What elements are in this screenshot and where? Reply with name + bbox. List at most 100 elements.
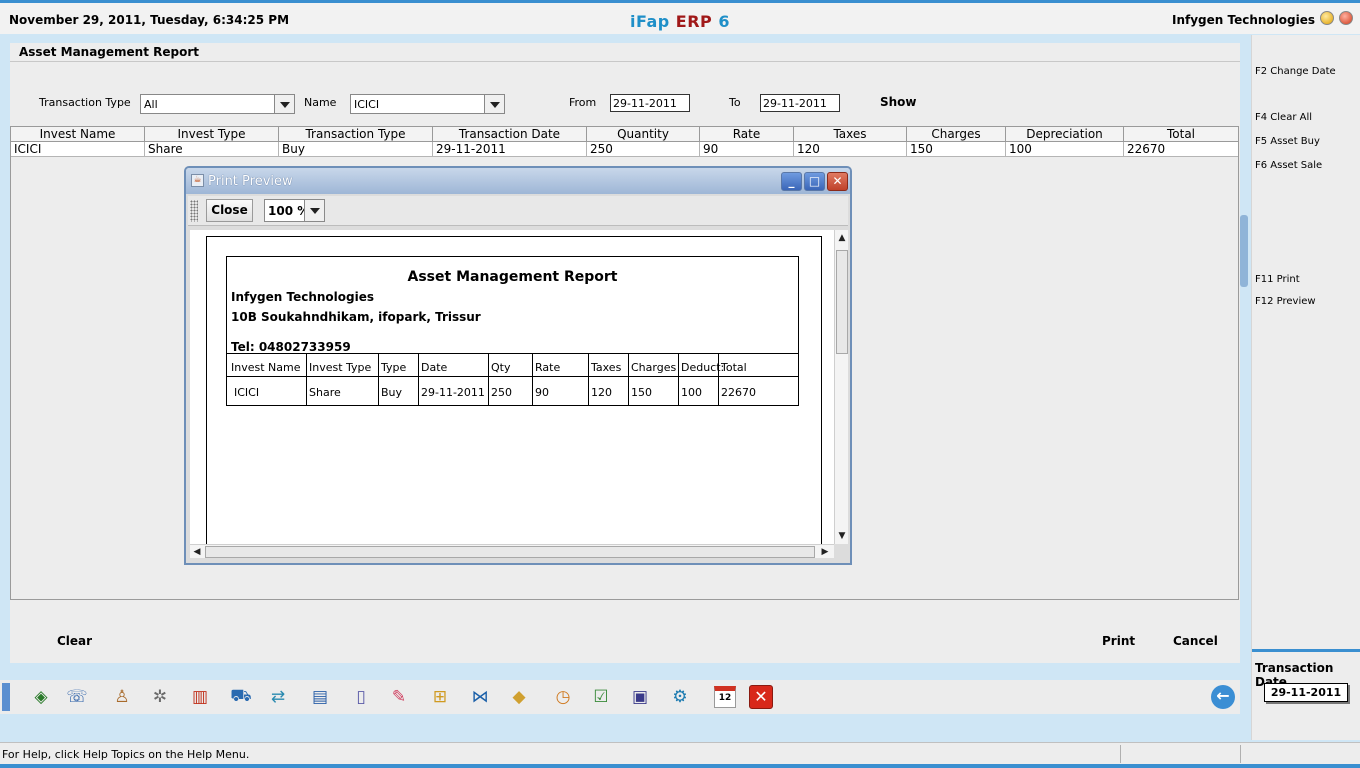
brand-prefix: iFap xyxy=(630,12,676,31)
column-header[interactable]: Taxes xyxy=(794,127,907,142)
vertical-scrollbar[interactable]: ▲ ▼ xyxy=(834,230,848,544)
transfer-icon[interactable]: ⇄ xyxy=(266,685,290,709)
column-header[interactable]: Rate xyxy=(700,127,794,142)
chevron-down-icon[interactable] xyxy=(274,95,294,113)
name-value: ICICI xyxy=(354,98,380,111)
column-header[interactable]: Invest Name xyxy=(11,127,145,142)
shortcut-clear-all[interactable]: F4 Clear All xyxy=(1255,112,1312,123)
to-date-field[interactable]: 29-11-2011 xyxy=(760,94,840,112)
toolbar-grip[interactable] xyxy=(190,200,198,222)
close-window-button[interactable] xyxy=(1339,11,1353,25)
dialog-title-bar[interactable]: ☕ Print Preview _ □ ✕ xyxy=(186,168,850,194)
transaction-date-field[interactable]: 29-11-2011 xyxy=(1264,683,1348,702)
package-icon[interactable]: ◆ xyxy=(507,685,531,709)
document-icon[interactable]: ▯ xyxy=(349,685,373,709)
report-cell: ICICI xyxy=(234,386,260,399)
user-icon[interactable]: ♙ xyxy=(110,685,134,709)
scroll-down-icon[interactable]: ▼ xyxy=(836,530,848,542)
save-icon[interactable]: ▣ xyxy=(628,685,652,709)
scroll-left-icon[interactable]: ◀ xyxy=(191,546,203,558)
network-icon[interactable]: ⋈ xyxy=(468,685,492,709)
name-select[interactable]: ICICI xyxy=(350,94,505,114)
column-header[interactable]: Total xyxy=(1124,127,1238,142)
toolbar-grip[interactable] xyxy=(2,683,10,711)
show-button[interactable]: Show xyxy=(880,95,917,109)
table-cell[interactable]: 250 xyxy=(587,142,700,157)
pen-icon[interactable]: ✎ xyxy=(387,685,411,709)
report-column-header: Charges xyxy=(631,361,677,374)
report-company: Infygen Technologies xyxy=(231,290,375,304)
column-divider xyxy=(488,353,489,406)
zoom-select[interactable]: 100 % xyxy=(264,199,325,222)
exit-icon[interactable]: ✕ xyxy=(749,685,773,709)
scroll-thumb[interactable] xyxy=(836,250,848,354)
column-divider xyxy=(378,353,379,406)
timer-icon[interactable]: ◷ xyxy=(551,685,575,709)
table-cell[interactable]: ICICI xyxy=(11,142,145,157)
report-cell: 150 xyxy=(631,386,652,399)
clear-button[interactable]: Clear xyxy=(57,634,92,648)
to-label: To xyxy=(729,96,741,109)
column-header[interactable]: Invest Type xyxy=(145,127,279,142)
shortcut-preview[interactable]: F12 Preview xyxy=(1255,296,1316,307)
horizontal-scrollbar[interactable]: ◀ ▶ xyxy=(190,544,834,558)
company-name: Infygen Technologies xyxy=(1171,13,1315,27)
chevron-down-icon[interactable] xyxy=(304,200,324,221)
column-header[interactable]: Depreciation xyxy=(1006,127,1124,142)
table-cell[interactable]: Buy xyxy=(279,142,433,157)
column-divider xyxy=(532,353,533,406)
print-button[interactable]: Print xyxy=(1102,634,1135,648)
divider xyxy=(1120,745,1121,763)
scroll-up-icon[interactable]: ▲ xyxy=(836,232,848,244)
calendar-icon[interactable]: 12 xyxy=(713,685,737,709)
column-header[interactable]: Quantity xyxy=(587,127,700,142)
shortcut-print[interactable]: F11 Print xyxy=(1255,274,1300,285)
divider xyxy=(227,376,798,377)
table-cell[interactable]: 22670 xyxy=(1124,142,1238,157)
table-cell[interactable]: Share xyxy=(145,142,279,157)
report-column-header: Type xyxy=(381,361,407,374)
column-divider xyxy=(628,353,629,406)
chevron-down-icon[interactable] xyxy=(484,95,504,113)
title-divider xyxy=(10,61,1240,62)
cart-icon[interactable]: ⛟ xyxy=(229,685,253,709)
column-header[interactable]: Transaction Type xyxy=(279,127,433,142)
column-header[interactable]: Transaction Date xyxy=(433,127,587,142)
panel-collapse-handle[interactable] xyxy=(1240,215,1248,287)
scroll-right-icon[interactable]: ▶ xyxy=(819,546,831,558)
shortcut-panel: F2 Change Date F4 Clear All F5 Asset Buy… xyxy=(1251,35,1360,740)
cancel-button[interactable]: Cancel xyxy=(1173,634,1218,648)
maximize-icon[interactable]: □ xyxy=(804,172,825,191)
report-column-header: Invest Name xyxy=(231,361,301,374)
scroll-thumb[interactable] xyxy=(205,546,815,558)
close-icon[interactable]: ✕ xyxy=(827,172,848,191)
transaction-type-select[interactable]: All xyxy=(140,94,295,114)
checklist-icon[interactable]: ☑ xyxy=(589,685,613,709)
from-date-field[interactable]: 29-11-2011 xyxy=(610,94,690,112)
table-cell[interactable]: 120 xyxy=(794,142,907,157)
book-icon[interactable]: ▥ xyxy=(188,685,212,709)
shortcut-change-date[interactable]: F2 Change Date xyxy=(1255,66,1336,77)
brand-version: 6 xyxy=(712,12,730,31)
customer-icon[interactable]: ☏ xyxy=(65,685,89,709)
table-cell[interactable]: 100 xyxy=(1006,142,1124,157)
close-button[interactable]: Close xyxy=(206,199,253,222)
column-header[interactable]: Charges xyxy=(907,127,1006,142)
window-icon[interactable]: ▤ xyxy=(308,685,332,709)
report-page: Asset Management Report Infygen Technolo… xyxy=(206,236,822,544)
table-cell[interactable]: 90 xyxy=(700,142,794,157)
map-icon[interactable]: ◈ xyxy=(29,685,53,709)
minimize-icon[interactable]: _ xyxy=(781,172,802,191)
settings-icon[interactable]: ⚙ xyxy=(668,685,692,709)
back-arrow-icon[interactable]: ← xyxy=(1211,685,1235,709)
app-title: iFap ERP 6 xyxy=(0,12,1360,31)
shortcut-asset-buy[interactable]: F5 Asset Buy xyxy=(1255,136,1320,147)
table-cell[interactable]: 29-11-2011 xyxy=(433,142,587,157)
tools-icon[interactable]: ✲ xyxy=(148,685,172,709)
tree-icon[interactable]: ⊞ xyxy=(428,685,452,709)
calendar-day: 12 xyxy=(714,686,736,708)
shortcut-asset-sale[interactable]: F6 Asset Sale xyxy=(1255,160,1322,171)
status-text: For Help, click Help Topics on the Help … xyxy=(2,748,250,761)
minimize-window-button[interactable] xyxy=(1320,11,1334,25)
table-cell[interactable]: 150 xyxy=(907,142,1006,157)
